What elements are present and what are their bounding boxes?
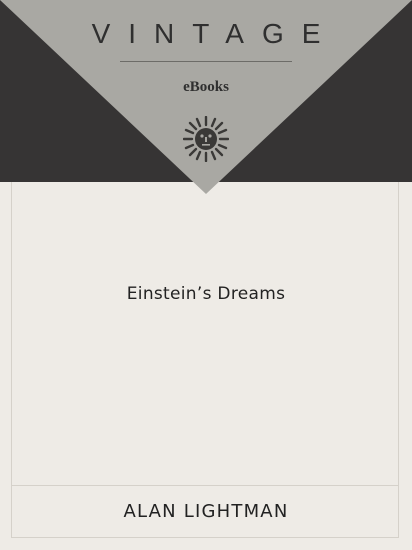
author-name: ALAN LIGHTMAN (123, 501, 289, 522)
author-divider (11, 485, 399, 486)
publisher-name: VINTAGE (91, 18, 339, 49)
book-title: Einstein’s Dreams (126, 284, 286, 304)
book-cover: VINTAGE eBooks Einstein’s Dreams ALAN LI… (0, 0, 412, 550)
header-divider (120, 61, 292, 62)
imprint-label: eBooks (183, 79, 229, 95)
sun-face-icon (183, 116, 229, 162)
